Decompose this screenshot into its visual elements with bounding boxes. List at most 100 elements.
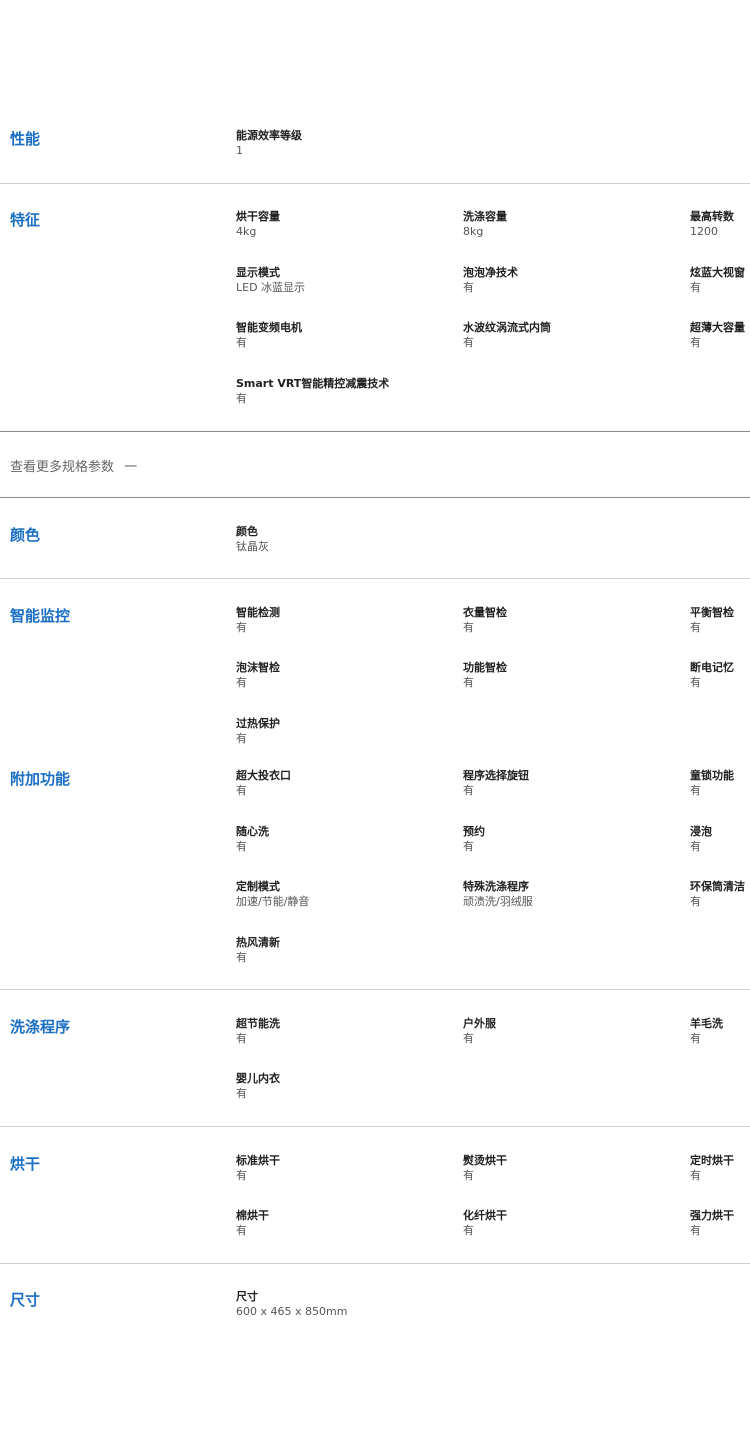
spec-value: 有 [236, 392, 247, 405]
spec-item: 程序选择旋钮 有 [463, 768, 529, 798]
spec-label: 定制模式 [236, 880, 280, 893]
spec-value: 4kg [236, 225, 257, 238]
spec-item: 功能智检 有 [463, 660, 507, 690]
spec-value: 有 [236, 732, 247, 745]
divider [0, 1126, 750, 1127]
collapse-icon: 一 [124, 460, 138, 475]
spec-item: 棉烘干 有 [236, 1208, 269, 1238]
spec-item: Smart VRT智能精控减震技术 有 [236, 376, 389, 406]
spec-label: 童锁功能 [690, 769, 734, 782]
spec-label: 超大投衣口 [236, 769, 291, 782]
spec-item: 超薄大容量 有 [690, 320, 745, 350]
spec-label: 随心洗 [236, 825, 269, 838]
spec-label: 颜色 [236, 525, 258, 538]
spec-item: 随心洗 有 [236, 824, 269, 854]
spec-label: 平衡智检 [690, 606, 734, 619]
spec-label: 标准烘干 [236, 1154, 280, 1167]
spec-value: 有 [463, 1032, 474, 1045]
spec-item: 定时烘干 有 [690, 1153, 734, 1183]
more-specs-label: 查看更多规格参数 [10, 460, 115, 475]
spec-energy-efficiency: 能源效率等级 1 [236, 128, 302, 158]
spec-value: 有 [690, 621, 701, 634]
spec-label: 预约 [463, 825, 485, 838]
spec-value: 1200 [690, 225, 718, 238]
spec-value: 有 [236, 1169, 247, 1182]
more-specs-toggle[interactable]: 查看更多规格参数 一 [10, 456, 137, 475]
spec-value: 顽渍洗/羽绒服 [463, 895, 533, 908]
section-title-extra-functions: 附加功能 [10, 770, 71, 788]
spec-item: 童锁功能 有 [690, 768, 734, 798]
spec-label: 尺寸 [236, 1290, 258, 1303]
spec-label: 环保筒清洁 [690, 880, 745, 893]
spec-item: 烘干容量 4kg [236, 209, 280, 239]
spec-label: 功能智检 [463, 661, 507, 674]
spec-value: 有 [236, 1224, 247, 1237]
spec-label: 智能变频电机 [236, 321, 302, 334]
spec-value: 有 [690, 676, 701, 689]
spec-item: 超大投衣口 有 [236, 768, 291, 798]
spec-item: 标准烘干 有 [236, 1153, 280, 1183]
divider [0, 431, 750, 432]
spec-label: 智能检测 [236, 606, 280, 619]
spec-label: 炫蓝大视窗 [690, 266, 745, 279]
spec-item: 泡泡净技术 有 [463, 265, 518, 295]
spec-item: 断电记忆 有 [690, 660, 734, 690]
spec-item: 水波纹涡流式内筒 有 [463, 320, 551, 350]
spec-value: 钛晶灰 [236, 540, 269, 553]
spec-label: 超薄大容量 [690, 321, 745, 334]
spec-item: 显示模式 LED 冰蓝显示 [236, 265, 305, 295]
spec-value: 有 [690, 1032, 701, 1045]
spec-label: 超节能洗 [236, 1017, 280, 1030]
spec-value: 有 [236, 1032, 247, 1045]
spec-item: 婴儿内衣 有 [236, 1071, 280, 1101]
spec-value: 有 [690, 281, 701, 294]
spec-item: 泡沫智检 有 [236, 660, 280, 690]
spec-item: 预约 有 [463, 824, 485, 854]
spec-label: 羊毛洗 [690, 1017, 723, 1030]
spec-item: 熨烫烘干 有 [463, 1153, 507, 1183]
spec-value: 有 [236, 621, 247, 634]
spec-value: 有 [463, 1224, 474, 1237]
section-title-drying: 烘干 [10, 1155, 41, 1173]
spec-item: 尺寸 600 x 465 x 850mm [236, 1289, 347, 1319]
section-title-performance: 性能 [10, 130, 41, 148]
spec-value: 有 [463, 1169, 474, 1182]
spec-value: 有 [463, 784, 474, 797]
spec-value: 有 [690, 784, 701, 797]
spec-value: LED 冰蓝显示 [236, 281, 306, 294]
section-title-color: 颜色 [10, 526, 41, 544]
spec-label: 烘干容量 [236, 210, 280, 223]
spec-value: 600 x 465 x 850mm [236, 1305, 348, 1318]
spec-item: 洗涤容量 8kg [463, 209, 507, 239]
spec-label: 水波纹涡流式内筒 [463, 321, 551, 334]
spec-item: 户外服 有 [463, 1016, 496, 1046]
spec-value: 1 [236, 144, 243, 157]
spec-value: 有 [690, 1224, 701, 1237]
divider [0, 989, 750, 990]
spec-label: 棉烘干 [236, 1209, 269, 1222]
spec-item: 化纤烘干 有 [463, 1208, 507, 1238]
divider [0, 183, 750, 184]
spec-label: 热风清新 [236, 936, 280, 949]
spec-label: 浸泡 [690, 825, 712, 838]
spec-label: 衣量智检 [463, 606, 507, 619]
spec-value: 有 [463, 840, 474, 853]
spec-value: 有 [236, 840, 247, 853]
spec-item: 平衡智检 有 [690, 605, 734, 635]
spec-item: 浸泡 有 [690, 824, 712, 854]
spec-value: 有 [690, 1169, 701, 1182]
spec-value: 8kg [463, 225, 484, 238]
spec-label: 能源效率等级 [236, 129, 302, 142]
spec-label: 程序选择旋钮 [463, 769, 529, 782]
spec-item: 强力烘干 有 [690, 1208, 734, 1238]
spec-label: 显示模式 [236, 266, 280, 279]
spec-label: Smart VRT智能精控减震技术 [236, 377, 390, 390]
spec-value: 有 [463, 281, 474, 294]
spec-value: 有 [236, 951, 247, 964]
spec-label: 最高转数 [690, 210, 734, 223]
section-title-smart-monitor: 智能监控 [10, 607, 71, 625]
spec-label: 定时烘干 [690, 1154, 734, 1167]
spec-value: 有 [690, 895, 701, 908]
spec-item: 颜色 钛晶灰 [236, 524, 269, 554]
spec-value: 有 [463, 336, 474, 349]
